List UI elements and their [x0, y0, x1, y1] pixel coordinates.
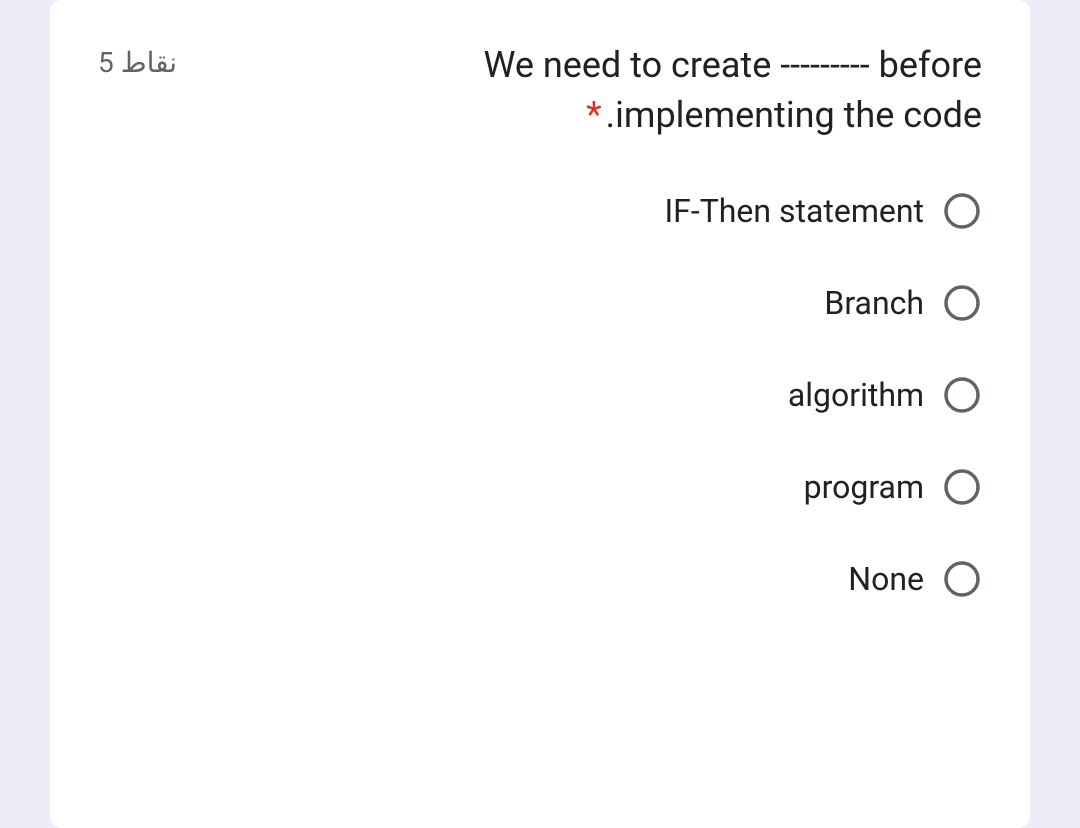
option-label: program: [804, 468, 924, 506]
option-label: algorithm: [788, 376, 924, 414]
question-line-2-text: .implementing the code: [606, 94, 982, 136]
options-list: IF-Then statement Branch algorithm progr…: [98, 191, 982, 599]
radio-unchecked-icon: [942, 559, 982, 599]
question-card: 5 نقاط We need to create --------- befor…: [50, 0, 1030, 828]
radio-unchecked-icon: [942, 191, 982, 231]
points-label: 5 نقاط: [98, 40, 177, 79]
question-line-2: *.implementing the code: [217, 90, 982, 140]
option-algorithm[interactable]: algorithm: [788, 375, 982, 415]
option-none[interactable]: None: [848, 559, 982, 599]
question-text: We need to create --------- before *.imp…: [177, 40, 982, 141]
radio-unchecked-icon: [942, 467, 982, 507]
option-branch[interactable]: Branch: [824, 283, 982, 323]
option-program[interactable]: program: [804, 467, 982, 507]
option-label: None: [848, 560, 924, 598]
required-marker: *: [586, 94, 602, 136]
option-label: Branch: [824, 284, 924, 322]
option-if-then[interactable]: IF-Then statement: [664, 191, 982, 231]
question-header: 5 نقاط We need to create --------- befor…: [98, 40, 982, 141]
option-label: IF-Then statement: [664, 192, 924, 230]
radio-unchecked-icon: [942, 283, 982, 323]
radio-unchecked-icon: [942, 375, 982, 415]
question-line-1: We need to create --------- before: [217, 40, 982, 90]
